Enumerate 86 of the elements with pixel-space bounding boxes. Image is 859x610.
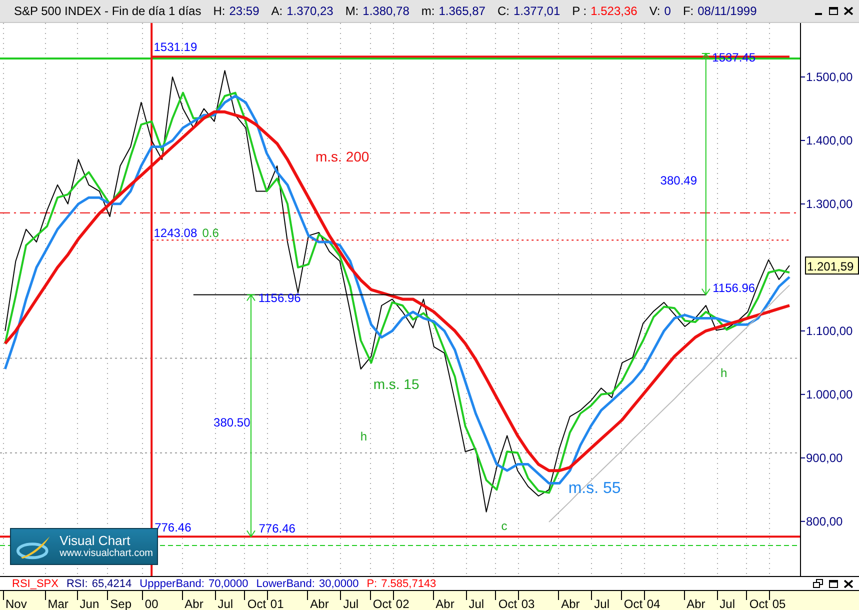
chart-label: m.s. 55: [568, 480, 621, 498]
axis-label: 01: [270, 597, 284, 610]
field-label: F:: [682, 4, 694, 18]
restore-button[interactable]: [811, 578, 825, 590]
axis-label: 04: [646, 597, 660, 610]
close-icon: [844, 580, 852, 588]
axis-label: Jul: [720, 597, 736, 610]
axis-label: 1.500,00: [806, 70, 853, 84]
axis-label: 1.300,00: [806, 196, 853, 211]
field-label: C:: [497, 4, 510, 18]
chart-label: 1156.96: [258, 290, 301, 305]
chart-label: c: [501, 518, 508, 533]
field-label: UppperBand:: [140, 578, 204, 590]
axis-label: 900,00: [806, 450, 843, 465]
axis-label: Abr: [310, 597, 329, 610]
chart-label: 380.49: [660, 173, 697, 188]
axis-label: Abr: [561, 597, 580, 610]
logo-name: Visual Chart: [60, 532, 132, 548]
maximize-icon: [828, 7, 838, 15]
price-tag: 1.201,59: [805, 256, 859, 275]
field-label: V:: [649, 4, 660, 18]
field-label: P:: [366, 578, 378, 590]
axis-label: 1.100,00: [806, 324, 853, 338]
axis-label: 800,00: [806, 514, 843, 528]
close-icon: [844, 7, 852, 15]
chart-label: m.s. 200: [315, 148, 370, 165]
chart-label: 1156.96: [712, 280, 756, 295]
field-value: 30,0000: [318, 578, 359, 590]
chart-label: 776.46: [154, 520, 192, 535]
chart-label: 1531.19: [154, 40, 198, 54]
chart-label: m.s. 15: [373, 376, 420, 392]
indicator-name: RSI_SPX: [12, 578, 58, 590]
field-label: H:: [213, 4, 226, 18]
maximize-button[interactable]: [826, 5, 840, 17]
close-button[interactable]: [841, 578, 855, 590]
axis-label: Mar: [48, 597, 68, 610]
axis-label: 00: [144, 597, 158, 610]
field-label: M:: [345, 4, 359, 18]
close-button[interactable]: [841, 5, 855, 17]
field-value: 7.585,7143: [381, 578, 436, 590]
maximize-button[interactable]: [826, 578, 840, 590]
field-value: 0: [664, 4, 671, 18]
axis-label: Jul: [594, 597, 610, 610]
chart-title: S&P 500 INDEX - Fin de día 1 días: [14, 4, 202, 18]
axis-label: Oct: [498, 597, 518, 610]
axis-label: Nov: [6, 597, 27, 610]
axis-label: Oct: [624, 597, 643, 610]
chart-label: 1243.08: [154, 226, 198, 240]
axis-label: 1.400,00: [806, 133, 853, 148]
chart-label: h: [720, 366, 728, 380]
axis-label: Jun: [80, 597, 100, 610]
field-value: 1.370,23: [286, 4, 334, 18]
axis-label: Abr: [436, 597, 454, 610]
logo-url: www.visualchart.com: [60, 548, 153, 560]
field-value: 1.365,87: [438, 4, 486, 18]
field-label: RSI:: [66, 578, 88, 590]
chart-label: 380.50: [214, 415, 250, 430]
maximize-icon: [828, 580, 838, 588]
axis-label: Oct: [247, 597, 266, 610]
axis-label: Abr: [184, 597, 204, 610]
axis-label: Jul: [218, 597, 234, 610]
chart-label: 1537.45: [712, 50, 756, 64]
field-label: P :: [572, 4, 587, 18]
field-value: 1.380,78: [362, 4, 410, 18]
axis-label: Abr: [686, 597, 706, 610]
field-value: 1.377,01: [513, 4, 560, 18]
axis-label: 02: [396, 597, 410, 610]
field-label: m:: [421, 4, 435, 18]
axis-label: 03: [521, 597, 535, 610]
field-value: 1.523,36: [590, 4, 638, 18]
field-label: LowerBand:: [256, 578, 315, 590]
axis-label: Jul: [468, 597, 484, 610]
axis-label: Oct: [749, 597, 768, 610]
chart-label: h: [360, 429, 368, 444]
axis-label: Oct: [372, 597, 392, 610]
axis-label: 1.000,00: [806, 387, 853, 402]
field-label: A:: [271, 4, 283, 18]
minimize-icon: [814, 13, 822, 15]
axis-label: Jul: [343, 597, 359, 610]
field-value: 23:59: [229, 4, 260, 18]
field-value: 70,0000: [208, 578, 248, 590]
chart-label: 0.6: [202, 226, 219, 240]
chart-label: 776.46: [258, 521, 296, 536]
field-value: 65,4214: [92, 578, 132, 590]
axis-label: 05: [772, 597, 786, 610]
field-value: 08/11/1999: [698, 4, 757, 18]
